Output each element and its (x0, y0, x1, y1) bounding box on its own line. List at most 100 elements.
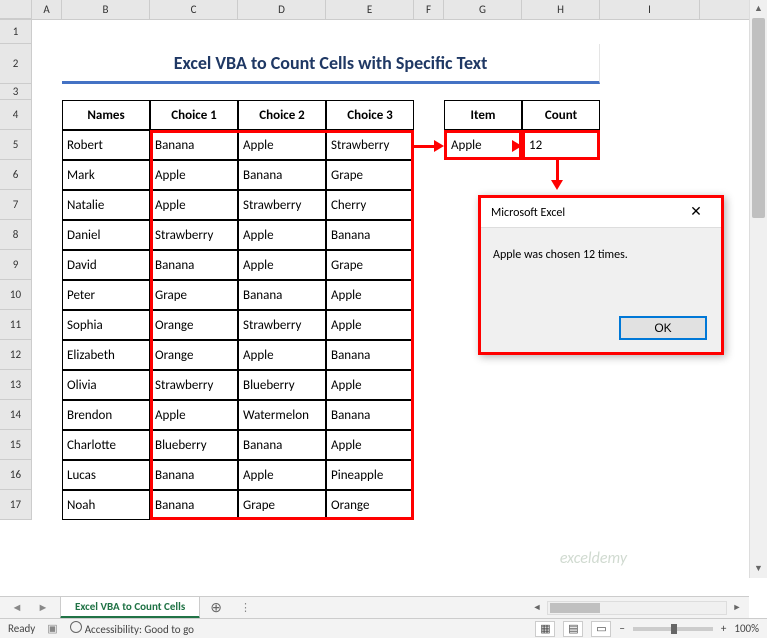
table-cell[interactable]: Daniel (62, 220, 150, 250)
table-cell[interactable]: Banana (326, 400, 414, 430)
col-header-G[interactable]: G (444, 0, 522, 19)
scroll-up-icon[interactable]: ▲ (750, 0, 767, 18)
row-header-12[interactable]: 12 (0, 340, 32, 370)
table-cell[interactable]: Banana (150, 460, 238, 490)
table-cell[interactable]: Strawberry (326, 130, 414, 160)
table-cell[interactable]: Cherry (326, 190, 414, 220)
row-header-5[interactable]: 5 (0, 130, 32, 160)
zoom-level[interactable]: 100% (734, 622, 759, 635)
vertical-scroll-thumb[interactable] (752, 18, 765, 218)
table-cell[interactable]: Grape (326, 250, 414, 280)
col-header-D[interactable]: D (238, 0, 326, 19)
table-cell[interactable]: Apple (150, 190, 238, 220)
table-cell[interactable]: Charlotte (62, 430, 150, 460)
vertical-scrollbar[interactable]: ▲ ▼ (749, 0, 767, 578)
table-cell[interactable]: Strawberry (238, 310, 326, 340)
table-cell[interactable]: Banana (150, 490, 238, 520)
table-cell[interactable]: Apple (150, 160, 238, 190)
table-cell[interactable]: Sophia (62, 310, 150, 340)
zoom-slider-thumb[interactable] (671, 624, 677, 634)
table-cell[interactable]: Apple (326, 280, 414, 310)
scroll-down-icon[interactable]: ▼ (750, 560, 767, 578)
row-header-4[interactable]: 4 (0, 100, 32, 130)
row-header-16[interactable]: 16 (0, 460, 32, 490)
table-cell[interactable]: Orange (150, 310, 238, 340)
table-cell[interactable]: Blueberry (238, 370, 326, 400)
table-cell[interactable]: Lucas (62, 460, 150, 490)
row-header-13[interactable]: 13 (0, 370, 32, 400)
table-cell[interactable]: Watermelon (238, 400, 326, 430)
row-header-17[interactable]: 17 (0, 490, 32, 520)
table-cell[interactable]: Grape (326, 160, 414, 190)
select-all-corner[interactable] (0, 0, 32, 19)
add-sheet-button[interactable]: ⊕ (200, 599, 232, 616)
row-header-3[interactable]: 3 (0, 84, 32, 100)
dialog-titlebar[interactable]: Microsoft Excel ✕ (481, 198, 721, 228)
macro-record-icon[interactable]: ▣ (47, 622, 57, 635)
row-header-14[interactable]: 14 (0, 400, 32, 430)
row-header-1[interactable]: 1 (0, 20, 32, 44)
zoom-in-icon[interactable]: + (721, 622, 726, 635)
horizontal-scrollbar[interactable]: ◄ ► (259, 600, 749, 616)
table-cell[interactable]: Apple (238, 460, 326, 490)
table-cell[interactable]: Banana (238, 160, 326, 190)
horizontal-scroll-track[interactable] (547, 601, 727, 615)
col-header-C[interactable]: C (150, 0, 238, 19)
table-cell[interactable]: Noah (62, 490, 150, 520)
col-header-H[interactable]: H (522, 0, 600, 19)
normal-view-icon[interactable]: ▦ (535, 621, 555, 637)
col-header-E[interactable]: E (326, 0, 414, 19)
close-icon[interactable]: ✕ (681, 203, 711, 223)
col-header-I[interactable]: I (600, 0, 700, 19)
table-cell[interactable]: Apple (326, 370, 414, 400)
accessibility-status[interactable]: Accessibility: Good to go (70, 621, 194, 636)
table-cell[interactable]: Banana (238, 280, 326, 310)
row-header-10[interactable]: 10 (0, 280, 32, 310)
tab-menu-icon[interactable]: ⋮ (232, 601, 259, 614)
table-cell[interactable]: Olivia (62, 370, 150, 400)
table-cell[interactable]: Banana (326, 220, 414, 250)
table-cell[interactable]: Apple (150, 400, 238, 430)
table-cell[interactable]: Strawberry (238, 190, 326, 220)
row-header-15[interactable]: 15 (0, 430, 32, 460)
table-cell[interactable]: Strawberry (150, 370, 238, 400)
row-header-6[interactable]: 6 (0, 160, 32, 190)
tab-nav-buttons[interactable]: ◄► (0, 601, 60, 614)
table-cell[interactable]: Pineapple (326, 460, 414, 490)
scroll-right-icon[interactable]: ► (729, 600, 745, 616)
table-cell[interactable]: Banana (150, 130, 238, 160)
item-cell[interactable]: Apple (444, 130, 522, 160)
table-cell[interactable]: Elizabeth (62, 340, 150, 370)
table-cell[interactable]: Apple (326, 310, 414, 340)
table-cell[interactable]: Peter (62, 280, 150, 310)
table-cell[interactable]: Mark (62, 160, 150, 190)
col-header-A[interactable]: A (32, 0, 62, 19)
table-cell[interactable]: Natalie (62, 190, 150, 220)
row-header-2[interactable]: 2 (0, 44, 32, 84)
table-cell[interactable]: Brendon (62, 400, 150, 430)
scroll-left-icon[interactable]: ◄ (529, 600, 545, 616)
sheet-tab-active[interactable]: Excel VBA to Count Cells (60, 596, 200, 619)
page-break-view-icon[interactable]: ▭ (591, 621, 611, 637)
table-cell[interactable]: Blueberry (150, 430, 238, 460)
table-cell[interactable]: Orange (150, 340, 238, 370)
table-cell[interactable]: Banana (238, 430, 326, 460)
table-cell[interactable]: Apple (326, 430, 414, 460)
table-cell[interactable]: Grape (238, 490, 326, 520)
table-cell[interactable]: Banana (150, 250, 238, 280)
row-header-11[interactable]: 11 (0, 310, 32, 340)
row-header-9[interactable]: 9 (0, 250, 32, 280)
table-cell[interactable]: Strawberry (150, 220, 238, 250)
ok-button[interactable]: OK (619, 316, 707, 340)
zoom-slider[interactable] (633, 627, 713, 631)
row-header-7[interactable]: 7 (0, 190, 32, 220)
col-header-B[interactable]: B (62, 0, 150, 19)
table-cell[interactable]: Grape (150, 280, 238, 310)
table-cell[interactable]: Orange (326, 490, 414, 520)
table-cell[interactable]: Robert (62, 130, 150, 160)
table-cell[interactable]: Apple (238, 340, 326, 370)
table-cell[interactable]: Apple (238, 220, 326, 250)
page-layout-view-icon[interactable]: ▤ (563, 621, 583, 637)
table-cell[interactable]: Apple (238, 130, 326, 160)
table-cell[interactable]: Apple (238, 250, 326, 280)
